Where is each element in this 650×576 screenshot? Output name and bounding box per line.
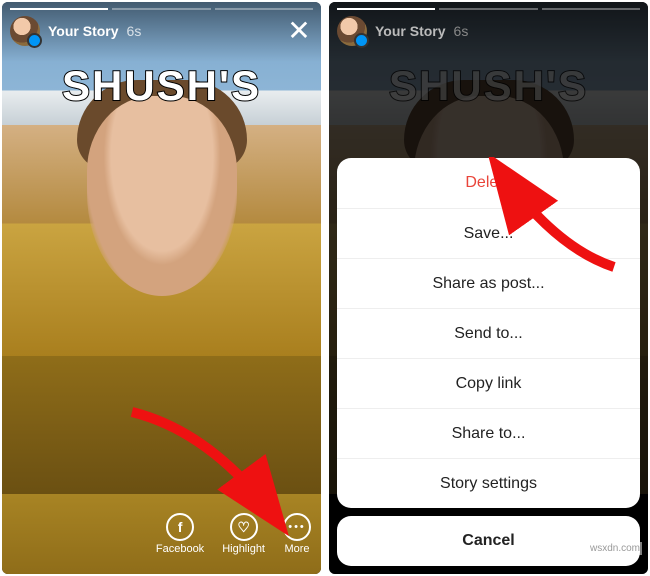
cancel-button[interactable]: Cancel	[337, 516, 640, 566]
left-screenshot: SHUSH'S Your Story 6s ✕ f Facebook ♡ Hig…	[2, 2, 321, 574]
annotation-arrow	[122, 402, 302, 552]
story-progress	[337, 8, 640, 10]
progress-segment	[337, 8, 435, 10]
annotation-arrow	[484, 157, 634, 277]
story-caption: SHUSH'S	[2, 62, 321, 110]
story-timestamp: 6s	[127, 23, 142, 39]
person-face	[87, 96, 237, 296]
close-icon[interactable]: ✕	[285, 17, 313, 45]
watermark: wsxdn.com	[588, 542, 642, 555]
story-timestamp: 6s	[454, 23, 469, 39]
send-to-button[interactable]: Send to...	[337, 308, 640, 358]
story-header: Your Story 6s	[337, 16, 640, 46]
share-to-button[interactable]: Share to...	[337, 408, 640, 458]
story-settings-button[interactable]: Story settings	[337, 458, 640, 508]
right-screenshot: SHUSH'S Your Story 6s Delete Save... Sha…	[329, 2, 648, 574]
progress-segment	[112, 8, 210, 10]
story-title: Your Story	[48, 23, 119, 39]
action-sheet-cancel: Cancel	[337, 516, 640, 566]
story-progress	[10, 8, 313, 10]
copy-link-button[interactable]: Copy link	[337, 358, 640, 408]
avatar	[337, 16, 367, 46]
progress-segment	[215, 8, 313, 10]
progress-segment	[10, 8, 108, 10]
story-view: SHUSH'S Your Story 6s Delete Save... Sha…	[329, 2, 648, 574]
story-header: Your Story 6s ✕	[10, 16, 313, 46]
progress-segment	[542, 8, 640, 10]
story-title: Your Story	[375, 23, 446, 39]
progress-segment	[439, 8, 537, 10]
avatar[interactable]	[10, 16, 40, 46]
